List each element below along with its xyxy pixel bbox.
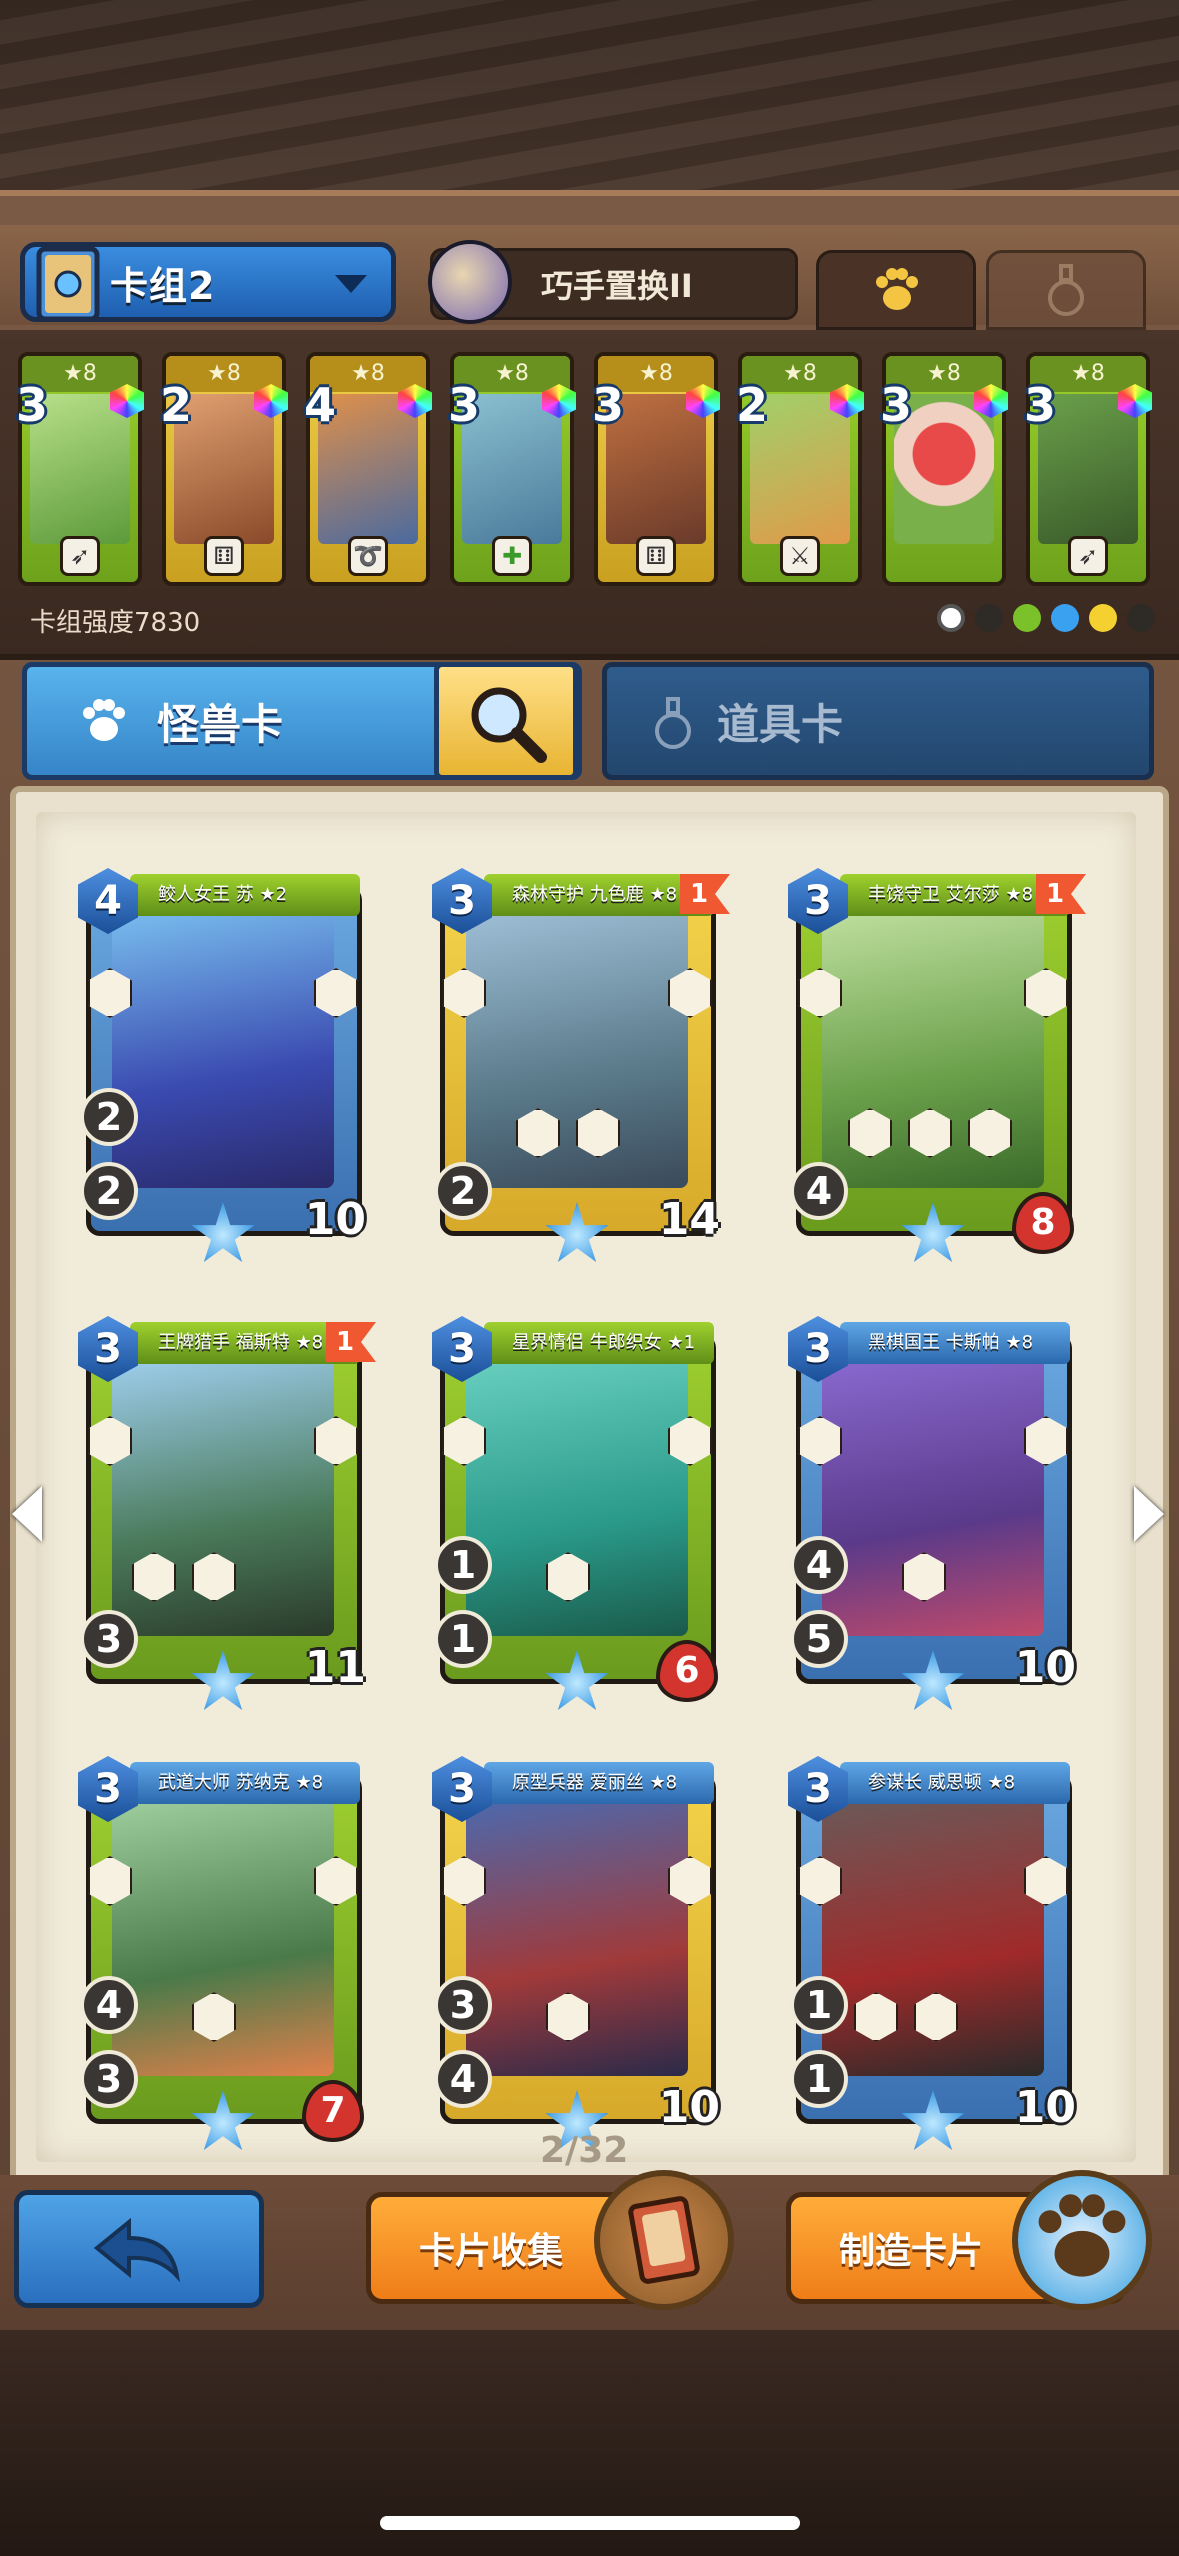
deck-card-cost: 2	[736, 378, 769, 432]
deck-card-cost: 3	[16, 378, 49, 432]
prev-page-arrow-icon[interactable]	[12, 1486, 42, 1542]
monster-card[interactable]: 王牌猎手 福斯特 ★8 3 1 3 11	[78, 1316, 376, 1716]
bow-icon: ➶	[60, 536, 100, 576]
attack-stat: 2	[80, 1162, 138, 1220]
clover-icon: ✚	[492, 536, 532, 576]
element-filter-icons	[937, 604, 1155, 632]
card-title: 森林守护 九色鹿 ★8	[484, 874, 714, 916]
tab-item-label: 道具卡	[717, 699, 844, 749]
health-stat: 11	[304, 1642, 366, 1693]
home-indicator[interactable]	[380, 2516, 800, 2530]
top-wood-background	[0, 0, 1179, 200]
craft-card-label: 制造卡片	[839, 2231, 984, 2272]
card-title: 王牌猎手 福斯特 ★8	[130, 1322, 360, 1364]
monster-card[interactable]: 原型兵器 爱丽丝 ★8 3 3 4 10	[432, 1756, 722, 2156]
deck-card-cost: 3	[448, 378, 481, 432]
paw-icon	[83, 699, 125, 741]
card-title: 星界情侣 牛郎织女 ★1	[484, 1322, 714, 1364]
deck-book-icon	[31, 239, 111, 327]
attack-stat: 3	[80, 2050, 138, 2108]
card-title: 武道大师 苏纳克 ★8	[130, 1762, 360, 1804]
search-button[interactable]	[434, 662, 578, 780]
monster-card[interactable]: 武道大师 苏纳克 ★8 3 4 3 7	[78, 1756, 368, 2156]
search-icon	[471, 687, 547, 763]
next-page-arrow-icon[interactable]	[1134, 1486, 1164, 1542]
deck-card-cost: 3	[1024, 378, 1057, 432]
monster-card[interactable]: 星界情侣 牛郎织女 ★1 3 1 1 6	[432, 1316, 722, 1716]
deck-card-cost: 3	[592, 378, 625, 432]
tab-item-deck[interactable]	[986, 250, 1146, 330]
attack-stat: 3	[434, 1976, 492, 2034]
monster-card[interactable]: 鲛人女王 苏 ★2 4 2 2 10	[78, 868, 368, 1268]
attack-stat: 4	[790, 1536, 848, 1594]
card-collection-label: 卡片收集	[419, 2231, 564, 2272]
card-title: 原型兵器 爱丽丝 ★8	[484, 1762, 714, 1804]
attack-stat: 3	[80, 1610, 138, 1668]
dice-icon: ⚅	[636, 536, 676, 576]
attack-stat: 4	[80, 1976, 138, 2034]
attack-stat: 2	[434, 1162, 492, 1220]
attack-stat: 4	[790, 1162, 848, 1220]
water-element-icon	[1051, 604, 1079, 632]
potion-icon	[1048, 264, 1084, 316]
tab-item-cards[interactable]: 道具卡	[602, 662, 1154, 780]
deck-dropdown[interactable]: 卡组2	[20, 242, 396, 322]
deck-strength-label: 卡组强度7830	[30, 608, 201, 638]
card-title: 参谋长 威思顿 ★8	[840, 1762, 1070, 1804]
tab-monster-label: 怪兽卡	[157, 699, 284, 749]
bow-icon: ➶	[1068, 536, 1108, 576]
craft-paw-potion-icon	[1012, 2170, 1152, 2310]
health-stat: 10	[304, 1194, 366, 1245]
health-stat: 10	[658, 2082, 720, 2133]
attack-stat: 4	[434, 2050, 492, 2108]
whip-icon: ➰	[348, 536, 388, 576]
skill-avatar-icon[interactable]	[428, 240, 512, 324]
nature-element-icon	[1013, 604, 1041, 632]
attack-stat: 5	[790, 1610, 848, 1668]
deck-card-cost: 4	[304, 378, 337, 432]
monster-card[interactable]: 黑棋国王 卡斯帕 ★8 3 4 5 10	[788, 1316, 1078, 1716]
neutral-element-icon	[937, 604, 965, 632]
card-title: 黑棋国王 卡斯帕 ★8	[840, 1322, 1070, 1364]
monster-card[interactable]: 参谋长 威思顿 ★8 3 1 1 10	[788, 1756, 1078, 2156]
attack-stat: 2	[80, 1088, 138, 1146]
deck-card-cost: 3	[880, 378, 913, 432]
attack-stat: 1	[434, 1536, 492, 1594]
tab-monster-deck[interactable]	[816, 250, 976, 330]
monster-card[interactable]: 丰饶守卫 艾尔莎 ★8 3 1 4 8	[788, 868, 1086, 1268]
skill-name: 巧手置换II	[541, 267, 693, 305]
dark-element-icon	[975, 604, 1003, 632]
card-title: 丰饶守卫 艾尔莎 ★8	[840, 874, 1070, 916]
deck-card-cost: 2	[160, 378, 193, 432]
page-indicator: 2/32	[540, 2130, 629, 2171]
sword-icon: ⚔	[780, 536, 820, 576]
card-art	[112, 908, 334, 1188]
card-title: 鲛人女王 苏 ★2	[130, 874, 360, 916]
chevron-down-icon	[335, 275, 367, 293]
health-stat: 10	[1014, 2082, 1076, 2133]
back-arrow-icon	[93, 2217, 181, 2283]
potion-icon	[655, 697, 691, 749]
health-stat: 14	[658, 1194, 720, 1245]
deck-name: 卡组2	[110, 263, 216, 308]
health-stat: 10	[1014, 1642, 1076, 1693]
attack-stat: 1	[790, 1976, 848, 2034]
attack-stat: 1	[790, 2050, 848, 2108]
paw-icon	[876, 268, 918, 310]
back-button[interactable]	[14, 2190, 264, 2308]
card-collection-badge-icon	[594, 2170, 734, 2310]
lightning-element-icon	[1089, 604, 1117, 632]
attack-stat: 1	[434, 1610, 492, 1668]
monster-card[interactable]: 森林守护 九色鹿 ★8 3 1 2 14	[432, 868, 730, 1268]
dice-icon: ⚅	[204, 536, 244, 576]
fire-element-icon	[1127, 604, 1155, 632]
